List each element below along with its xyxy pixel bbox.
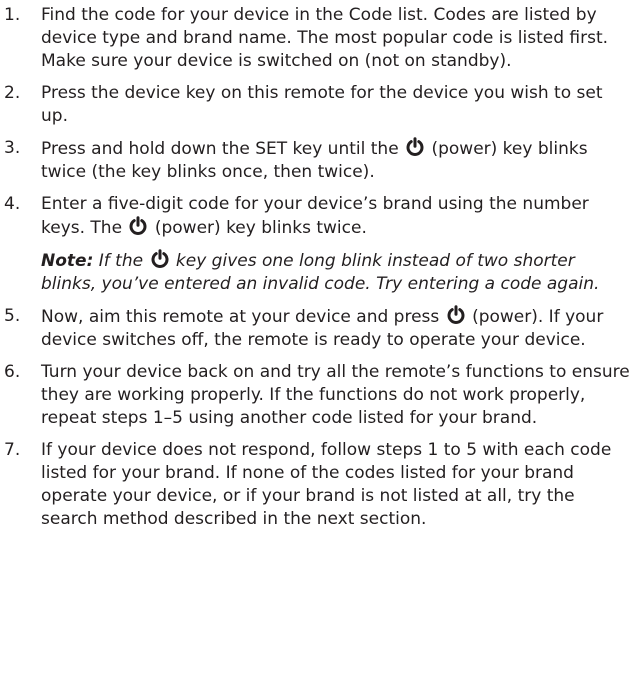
- step-text: Press and hold down the SET key until th…: [41, 139, 399, 159]
- note-text: If the: [98, 251, 144, 271]
- step-4: 4. Enter a five-digit code for your devi…: [0, 193, 642, 296]
- step-text: Turn your device back on and try all the…: [41, 362, 630, 428]
- step-text: Press the device key on this remote for …: [41, 83, 603, 126]
- step-text: Now, aim this remote at your device and …: [41, 307, 440, 327]
- step-number: 5.: [4, 306, 21, 326]
- power-icon: [405, 137, 425, 157]
- note-label: Note:: [41, 251, 94, 271]
- step-number: 7.: [4, 440, 21, 460]
- step-number: 1.: [4, 5, 21, 25]
- power-icon: [128, 216, 148, 236]
- step-1: 1. Find the code for your device in the …: [0, 4, 642, 73]
- step-5: 5. Now, aim this remote at your device a…: [0, 305, 642, 352]
- step-text: Find the code for your device in the Cod…: [41, 5, 609, 71]
- step-number: 4.: [4, 194, 21, 214]
- note: Note: If the key gives one long blink in…: [41, 249, 632, 296]
- step-6: 6. Turn your device back on and try all …: [0, 361, 642, 430]
- step-text: If your device does not respond, follow …: [41, 440, 612, 529]
- step-number: 2.: [4, 83, 21, 103]
- step-7: 7. If your device does not respond, foll…: [0, 439, 642, 531]
- step-number: 6.: [4, 362, 21, 382]
- power-icon: [150, 249, 170, 269]
- step-3: 3. Press and hold down the SET key until…: [0, 137, 642, 184]
- power-icon: [446, 305, 466, 325]
- step-number: 3.: [4, 138, 21, 158]
- setup-steps-list: 1. Find the code for your device in the …: [0, 4, 642, 531]
- step-2: 2. Press the device key on this remote f…: [0, 82, 642, 128]
- step-text: (power) key blinks twice.: [154, 218, 367, 238]
- instructions-page: 1. Find the code for your device in the …: [0, 0, 642, 693]
